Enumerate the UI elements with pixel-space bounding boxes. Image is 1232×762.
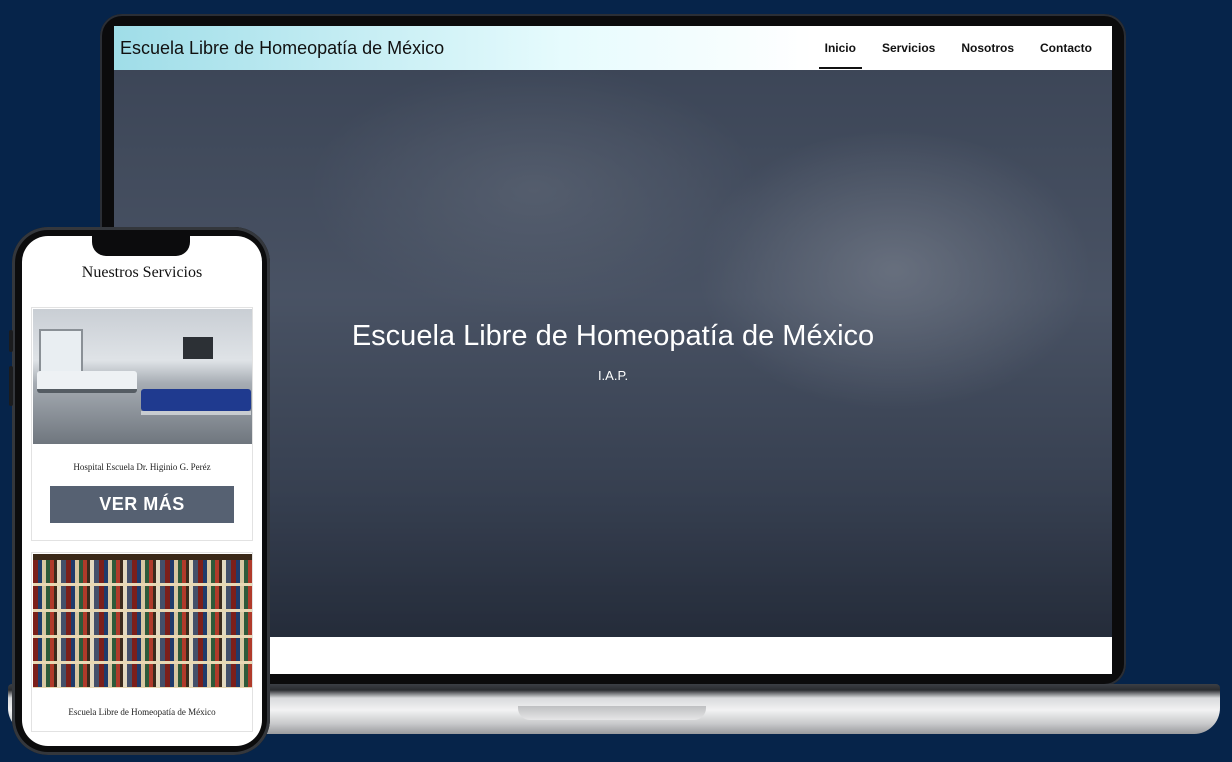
school-caption: Escuela Libre de Homeopatía de México	[68, 707, 216, 717]
nav-item-inicio[interactable]: Inicio	[818, 35, 863, 69]
nav-item-nosotros[interactable]: Nosotros	[955, 35, 1020, 61]
navbar: Escuela Libre de Homeopatía de México In…	[114, 26, 1112, 70]
nav-item-servicios[interactable]: Servicios	[876, 35, 941, 61]
laptop-opening-notch	[518, 706, 706, 720]
phone-volume-button	[9, 366, 13, 406]
hospital-caption: Hospital Escuela Dr. Higinio G. Peréz	[73, 462, 211, 472]
service-card-hospital: Hospital Escuela Dr. Higinio G. Peréz VE…	[31, 307, 253, 541]
hospital-image	[33, 309, 252, 444]
main-nav: Inicio Servicios Nosotros Contacto	[805, 26, 1098, 70]
phone-screen: Nuestros Servicios Hospital Escuela Dr. …	[22, 236, 262, 746]
phone-side-button	[9, 330, 13, 352]
service-card-school: Escuela Libre de Homeopatía de México	[31, 552, 253, 732]
nav-item-contacto[interactable]: Contacto	[1034, 35, 1098, 61]
site-brand[interactable]: Escuela Libre de Homeopatía de México	[120, 38, 444, 59]
ver-mas-button[interactable]: VER MÁS	[50, 486, 234, 523]
phone-notch	[92, 236, 190, 256]
services-title: Nuestros Servicios	[81, 264, 203, 281]
library-image	[33, 554, 252, 688]
